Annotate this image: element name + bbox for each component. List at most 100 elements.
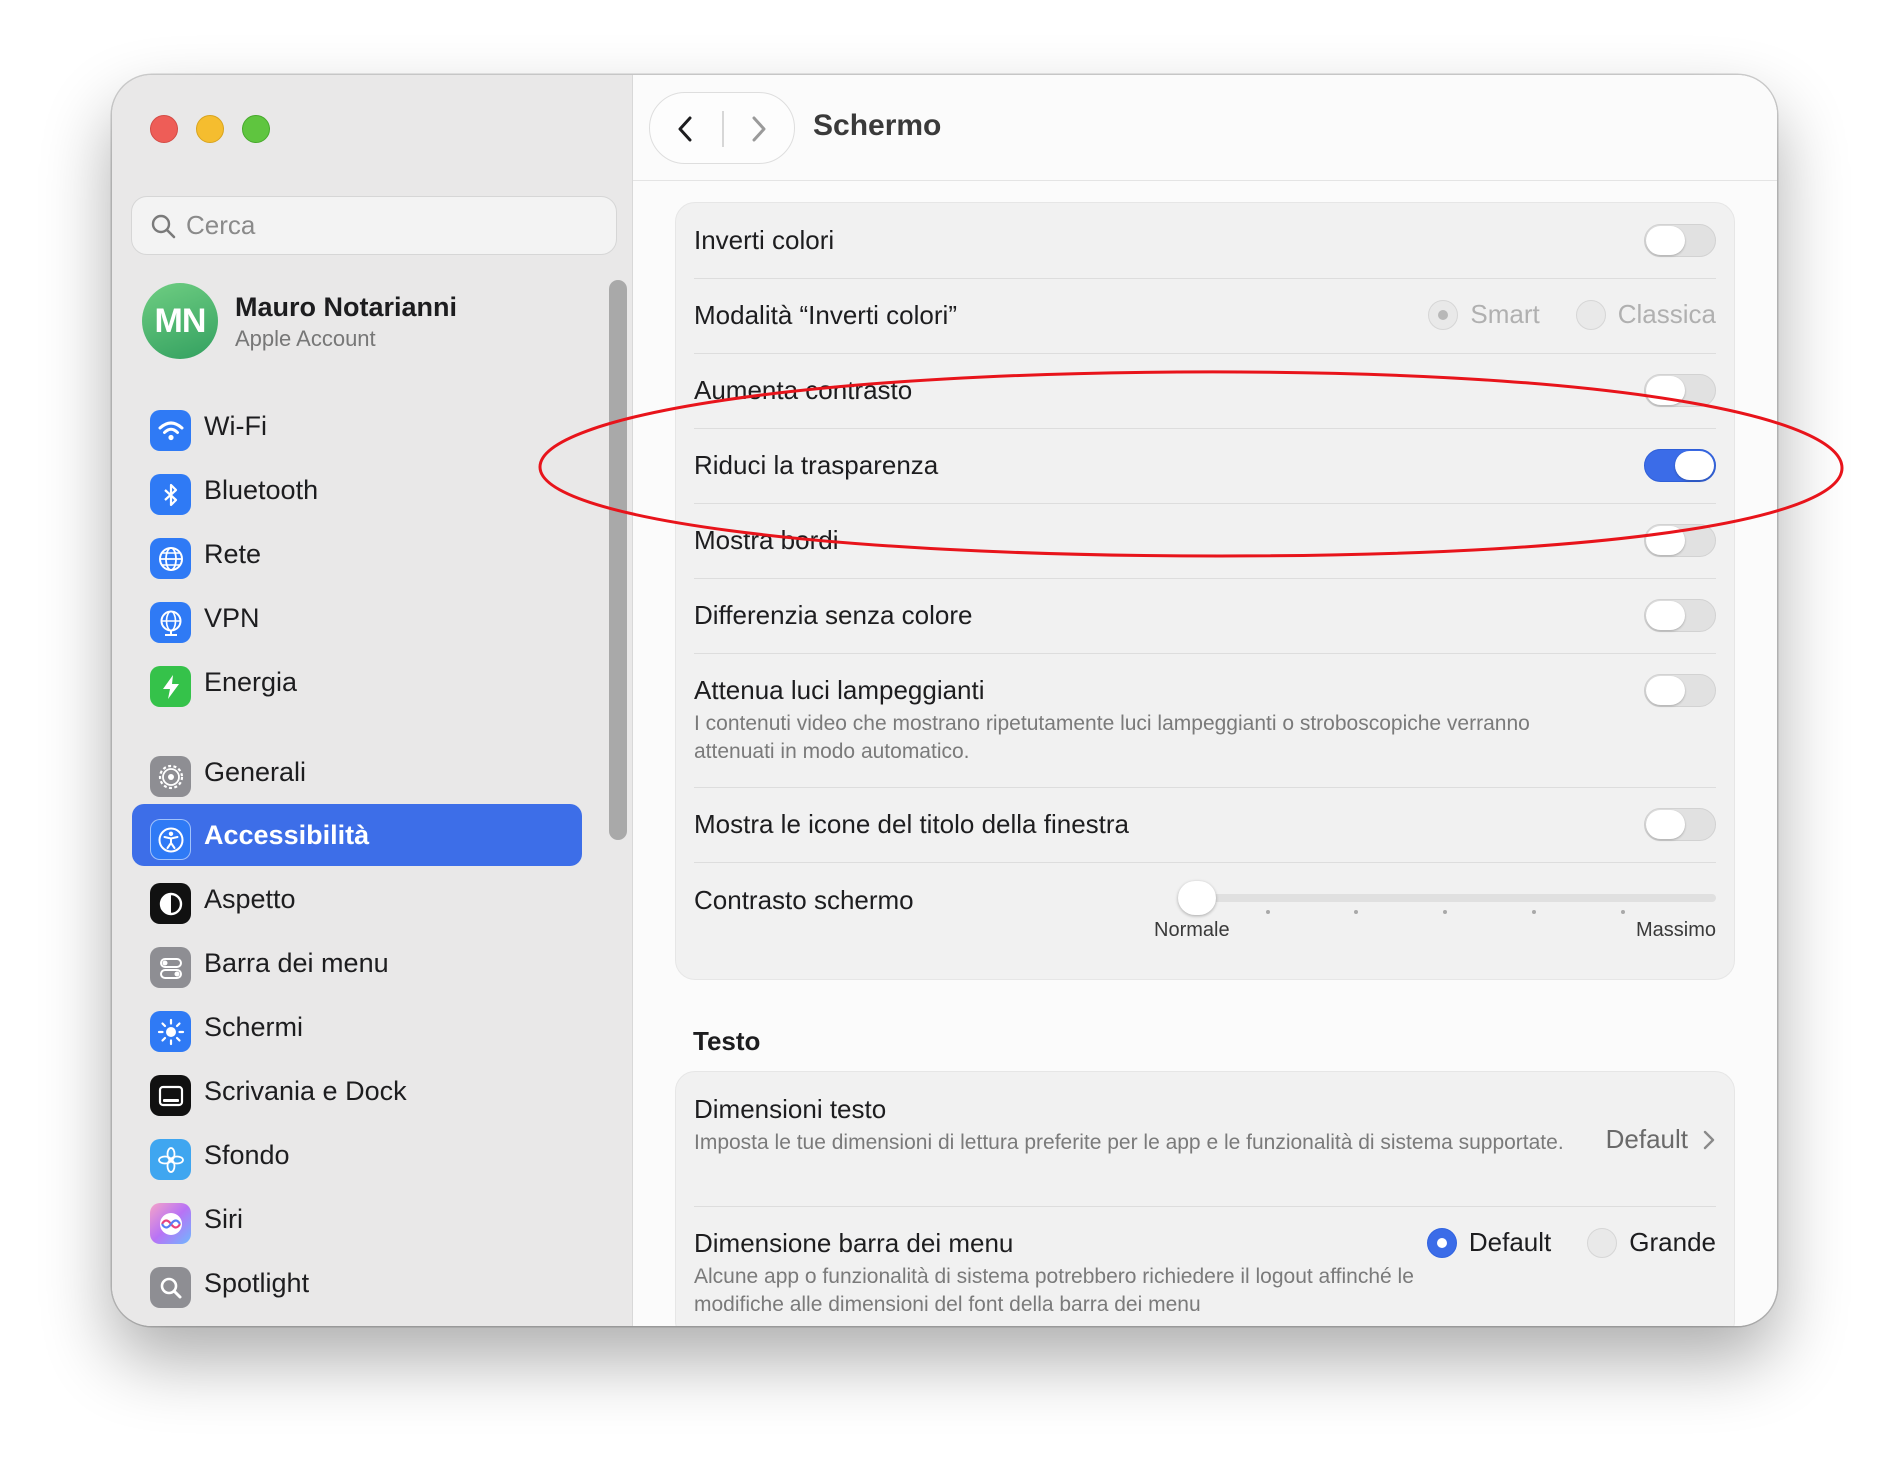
increase-contrast-toggle[interactable] [1644,374,1716,407]
account-name: Mauro Notarianni [235,292,458,322]
avatar: MN [142,283,218,359]
account-subtitle: Apple Account [235,326,376,351]
radio-label: Classica [1617,299,1716,329]
sidebar-item-label: Aspetto [204,884,296,914]
setting-increase-contrast: Aumenta contrasto [694,353,1716,428]
sidebar-item-label: Sfondo [204,1140,290,1170]
slider-min-label: Normale [1154,919,1230,941]
slider-max-label: Massimo [1635,919,1716,941]
search-field[interactable] [131,196,617,255]
sidebar-item-label: Spotlight [204,1268,310,1298]
bolt-icon [150,666,191,707]
setting-menubar-size: Dimensione barra dei menu Alcune app o f… [694,1206,1716,1326]
sidebar-item-scrivania-dock[interactable]: Scrivania e Dock [132,1060,582,1122]
sidebar-item-label: Scrivania e Dock [204,1076,407,1106]
sidebar-item-label: Rete [204,539,262,569]
sidebar-item-bluetooth[interactable]: Bluetooth [132,459,582,521]
invert-mode-classic-radio[interactable] [1575,299,1606,330]
chevron-right-icon [752,116,766,142]
sidebar-item-spotlight[interactable]: Spotlight [132,1252,582,1314]
sidebar-item-generali[interactable]: Generali [132,741,582,803]
text-settings-group: Dimensioni testo Imposta le tue dimensio… [675,1071,1735,1326]
differentiate-toggle[interactable] [1644,599,1716,632]
sidebar-item-rete[interactable]: Rete [132,523,582,585]
setting-description: Imposta le tue dimensioni di lettura pre… [694,1131,1564,1154]
dim-flashing-toggle[interactable] [1644,674,1716,707]
radio-label: Smart [1470,299,1540,329]
menubar-toggle-icon [150,947,191,988]
setting-label: Contrasto schermo [694,885,914,915]
screen-contrast-slider[interactable] [1178,881,1716,915]
globe-icon [150,538,191,579]
section-title-testo: Testo [693,1026,761,1056]
apple-account[interactable]: MN Mauro Notarianni Apple Account [142,280,582,362]
sidebar-scrollbar[interactable] [609,280,627,1320]
siri-icon [150,1203,191,1244]
navigation-buttons [649,92,795,164]
sidebar: MN Mauro Notarianni Apple Account Wi-Fi … [112,75,633,1326]
sidebar-item-vpn[interactable]: VPN [132,587,582,649]
setting-title-icons: Mostra le icone del titolo della finestr… [694,787,1716,862]
minimize-window-button[interactable] [196,115,224,143]
invert-mode-options: Smart Classica [1428,299,1716,330]
setting-label: Inverti colori [694,225,835,255]
slider-tick [1266,910,1270,914]
title-icons-toggle[interactable] [1644,808,1716,841]
setting-screen-contrast: Contrasto schermo Normale Massimo [694,862,1716,980]
sidebar-item-energia[interactable]: Energia [132,651,582,713]
sidebar-item-siri[interactable]: Siri [132,1188,582,1250]
menubar-size-default-radio[interactable] [1426,1227,1457,1258]
gear-icon [150,756,191,797]
show-borders-toggle[interactable] [1644,524,1716,557]
sidebar-item-sfondo[interactable]: Sfondo [132,1124,582,1186]
menubar-size-large-radio[interactable] [1587,1227,1618,1258]
forward-button[interactable] [722,93,794,165]
back-button[interactable] [650,93,722,165]
setting-invert-colors: Inverti colori [694,203,1716,278]
sidebar-item-schermi[interactable]: Schermi [132,996,582,1058]
radio-label: Grande [1629,1227,1716,1257]
setting-label: Riduci la trasparenza [694,450,939,480]
slider-tick [1621,910,1625,914]
sidebar-item-label: VPN [204,603,260,633]
slider-knob[interactable] [1178,881,1216,915]
setting-label: Attenua luci lampeggianti [694,675,985,705]
text-size-value[interactable]: Default [1606,1124,1716,1155]
sidebar-item-label: Wi-Fi [204,411,267,441]
dock-icon [150,1075,191,1116]
zoom-window-button[interactable] [242,115,270,143]
setting-label: Dimensione barra dei menu [694,1228,1014,1258]
search-icon [151,214,176,239]
sidebar-item-accessibilita[interactable]: Accessibilità [132,804,582,866]
sidebar-scroll-thumb[interactable] [609,280,627,840]
setting-description: Alcune app o funzionalità di sistema pot… [694,1265,1414,1316]
page-title: Schermo [813,109,942,142]
reduce-transparency-toggle[interactable] [1644,449,1716,482]
sidebar-item-label: Siri [204,1204,243,1234]
display-settings-group: Inverti colori Modalità “Inverti colori”… [675,202,1735,980]
content-pane: Schermo Inverti colori Modalità “Inverti… [633,75,1777,1326]
setting-description: I contenuti video che mostrano ripetutam… [694,712,1530,763]
search-input[interactable] [186,197,596,254]
sidebar-item-barra-menu[interactable]: Barra dei menu [132,932,582,994]
setting-label: Modalità “Inverti colori” [694,300,957,330]
setting-dim-flashing: Attenua luci lampeggianti I contenuti vi… [694,653,1716,787]
setting-text-size[interactable]: Dimensioni testo Imposta le tue dimensio… [694,1072,1716,1206]
menubar-size-options: Default Grande [1426,1227,1716,1258]
settings-window: MN Mauro Notarianni Apple Account Wi-Fi … [112,75,1777,1326]
invert-mode-smart-radio[interactable] [1428,299,1459,330]
setting-reduce-transparency: Riduci la trasparenza [694,428,1716,503]
sidebar-item-aspetto[interactable]: Aspetto [132,868,582,930]
setting-label: Dimensioni testo [694,1094,887,1124]
setting-label: Mostra bordi [694,525,839,555]
sidebar-item-label: Bluetooth [204,475,319,505]
setting-show-borders: Mostra bordi [694,503,1716,578]
sidebar-item-wifi[interactable]: Wi-Fi [132,395,582,457]
slider-tick [1443,910,1447,914]
chevron-right-icon [1703,1130,1715,1149]
close-window-button[interactable] [150,115,178,143]
sidebar-item-label: Accessibilità [204,820,370,850]
invert-colors-toggle[interactable] [1644,224,1716,257]
text-size-current: Default [1605,1124,1688,1154]
vpn-globe-icon [150,602,191,643]
